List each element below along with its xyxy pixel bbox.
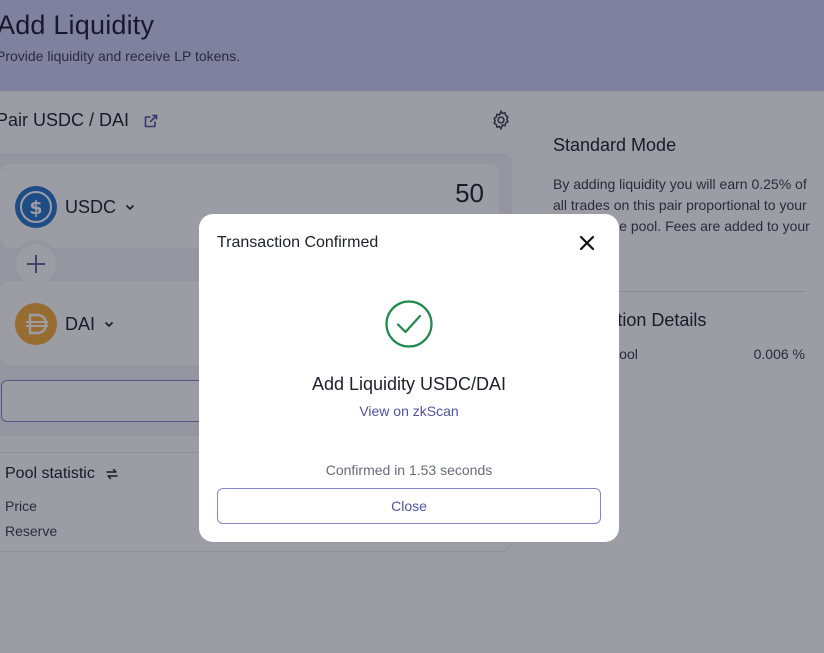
confirmation-status: Confirmed in 1.53 seconds	[325, 462, 493, 478]
view-on-zkscan-link[interactable]: View on zkScan	[199, 403, 619, 419]
transaction-confirmed-modal: Transaction Confirmed Add Liquidity USDC…	[199, 214, 619, 542]
close-button[interactable]: Close	[217, 488, 601, 524]
modal-title: Transaction Confirmed	[217, 234, 379, 251]
close-icon[interactable]	[576, 232, 598, 254]
modal-heading: Add Liquidity USDC/DAI	[311, 374, 507, 394]
success-check-icon	[384, 299, 434, 349]
